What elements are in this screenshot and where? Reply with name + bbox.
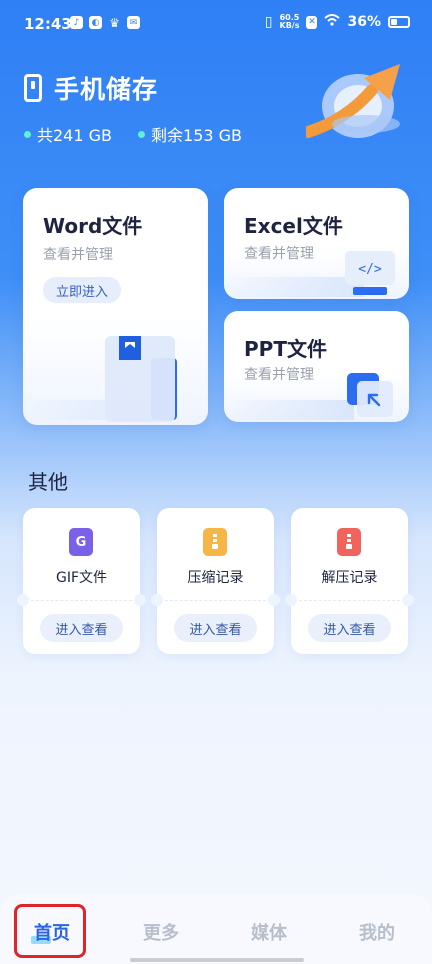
- word-subtitle: 查看并管理: [43, 247, 113, 263]
- storage-header: 手机储存: [24, 70, 158, 106]
- app-icon: ◐: [89, 16, 102, 29]
- ppt-subtitle: 查看并管理: [244, 367, 314, 383]
- tab-mine[interactable]: 我的: [359, 919, 395, 945]
- status-time: 12:43: [24, 15, 72, 33]
- vibrate-icon: ▯: [264, 14, 273, 30]
- zip-file-icon: [203, 528, 227, 556]
- tab-more[interactable]: 更多: [143, 919, 179, 945]
- phone-icon: [24, 74, 42, 102]
- free-storage: 剩余153 GB: [151, 126, 243, 145]
- highlight-box: [14, 904, 86, 958]
- excel-card[interactable]: Excel文件 查看并管理 </>: [224, 188, 409, 299]
- code-screen-icon: </>: [345, 251, 395, 295]
- wifi-icon: [324, 14, 341, 30]
- word-card[interactable]: Word文件 查看并管理 立即进入: [23, 188, 208, 425]
- gif-view-button[interactable]: 进入查看: [40, 614, 123, 642]
- word-document-icon: [105, 336, 177, 422]
- tab-media[interactable]: 媒体: [251, 919, 287, 945]
- svg-text:</>: </>: [358, 262, 382, 277]
- storage-arrow-illustration-icon: [302, 60, 412, 148]
- crown-icon: ♛: [109, 15, 120, 30]
- dot-icon: [138, 130, 146, 138]
- home-indicator[interactable]: [130, 958, 304, 962]
- ppt-file-icon: [347, 373, 393, 417]
- dot-icon: [24, 130, 31, 138]
- status-bar: 12:43 ♪ ◐ ♛ ✉ ▯ 60.5 KB/s ✕ 36%: [0, 0, 432, 52]
- extract-view-button[interactable]: 进入查看: [308, 614, 391, 642]
- page-title: 手机储存: [54, 75, 159, 104]
- compress-view-button[interactable]: 进入查看: [174, 614, 257, 642]
- card-decoration: [224, 400, 354, 420]
- extract-card[interactable]: 解压记录 进入查看: [285, 508, 414, 654]
- extract-label: 解压记录: [321, 570, 378, 586]
- stat-total: 共241 GB: [24, 122, 112, 146]
- word-enter-button[interactable]: 立即进入: [43, 277, 121, 303]
- total-storage: 共241 GB: [37, 126, 113, 145]
- net-speed-unit: KB/s: [279, 21, 300, 30]
- battery-icon: [388, 16, 410, 28]
- compress-card[interactable]: 压缩记录 进入查看: [151, 508, 280, 654]
- tiktok-icon: ♪: [70, 16, 83, 29]
- gif-card[interactable]: G GIF文件 进入查看: [17, 508, 146, 654]
- unzip-file-icon: [337, 528, 361, 556]
- ppt-card[interactable]: PPT文件 查看并管理: [224, 311, 409, 422]
- excel-subtitle: 查看并管理: [244, 246, 314, 262]
- battery-percent: 36%: [347, 14, 381, 30]
- gif-label: GIF文件: [55, 570, 108, 586]
- notification-icons: ♪ ◐ ♛ ✉: [70, 15, 140, 30]
- net-speed: 60.5 KB/s: [280, 14, 300, 30]
- mail-icon: ✉: [127, 16, 140, 29]
- ppt-title: PPT文件: [244, 337, 327, 361]
- stat-free: 剩余153 GB: [138, 122, 242, 146]
- word-title: Word文件: [43, 214, 143, 238]
- section-title-other: 其他: [28, 470, 68, 494]
- sim-icon: ✕: [306, 15, 318, 29]
- excel-title: Excel文件: [244, 214, 343, 238]
- compress-label: 压缩记录: [187, 570, 244, 586]
- gif-file-icon: G: [69, 528, 93, 556]
- storage-stats: 共241 GB 剩余153 GB: [24, 122, 242, 146]
- status-right: ▯ 60.5 KB/s ✕ 36%: [265, 14, 410, 30]
